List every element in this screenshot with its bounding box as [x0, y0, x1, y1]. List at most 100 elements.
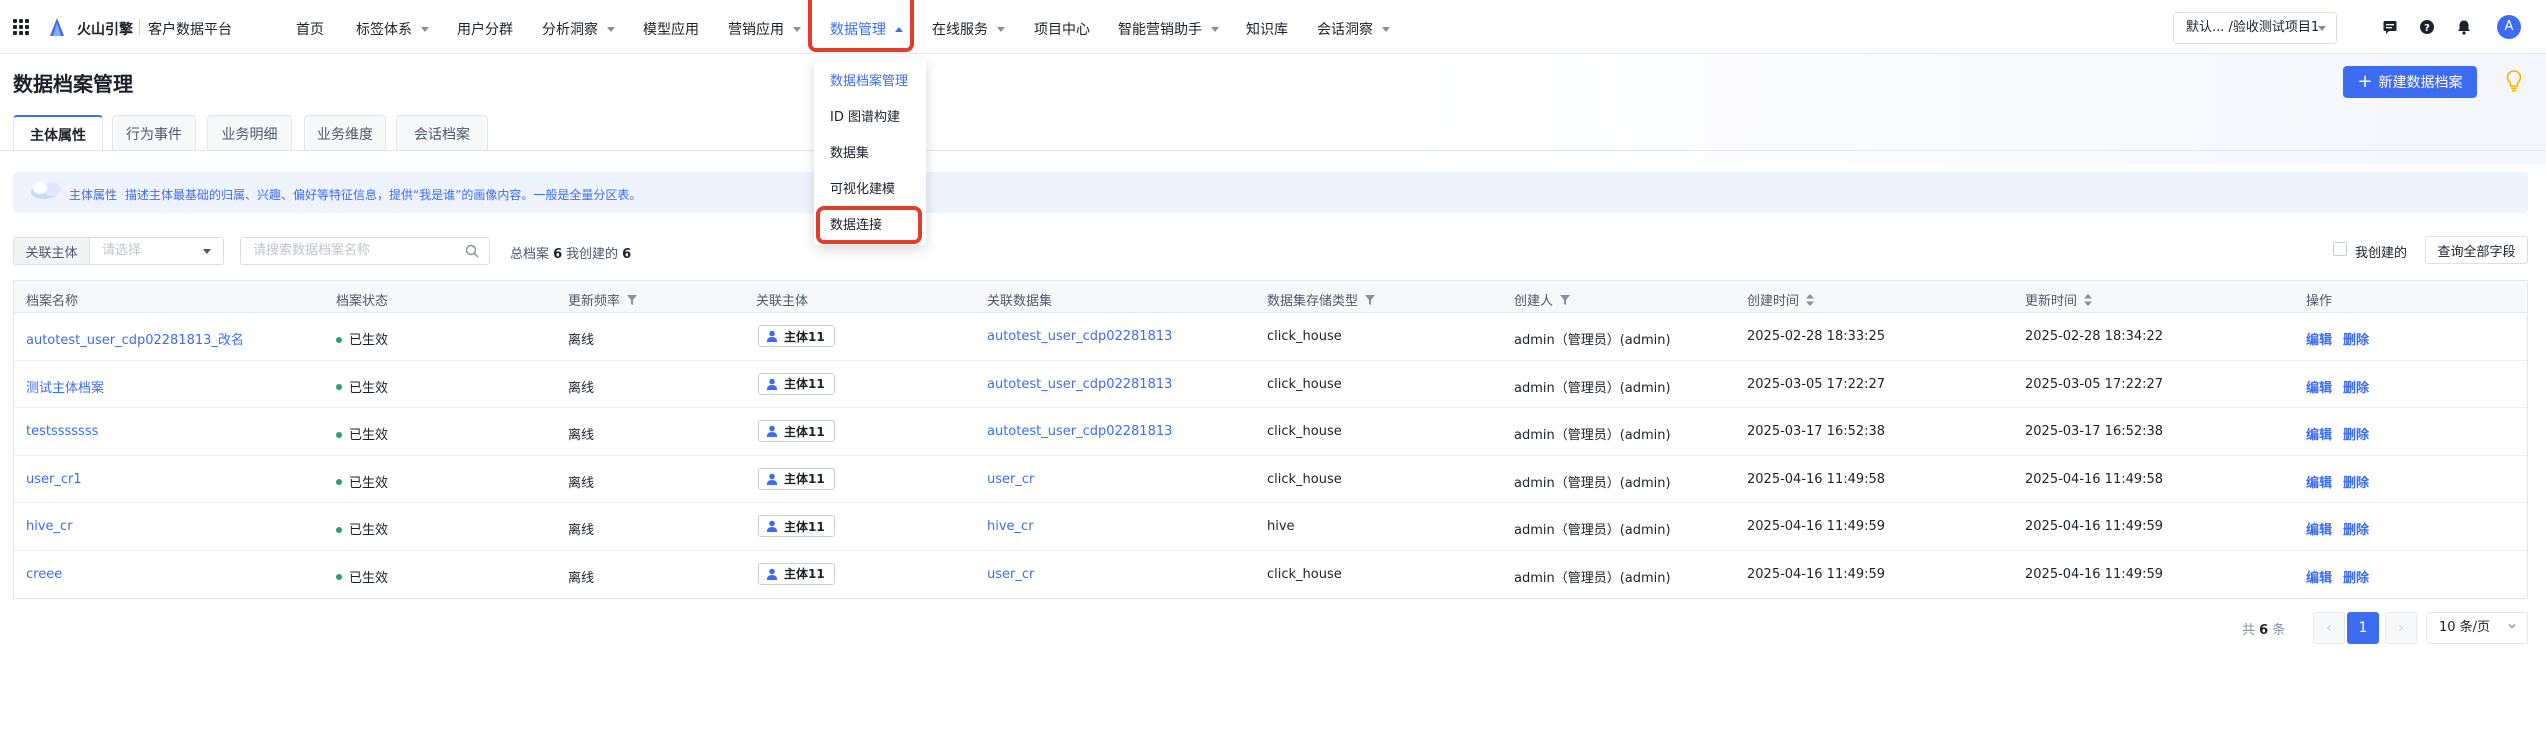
status-dot-icon [336, 431, 342, 438]
archive-search-input[interactable]: 请搜索数据档案名称 [240, 237, 490, 265]
column-header-2[interactable]: 更新频率 [568, 290, 638, 309]
nav-item-label: 用户分群 [457, 22, 513, 38]
column-header-0: 档案名称 [26, 290, 78, 309]
nav-item-11[interactable]: 会话洞察 [1317, 19, 1390, 39]
delete-button[interactable]: 删除 [2343, 472, 2369, 491]
column-header-5[interactable]: 数据集存储类型 [1267, 290, 1376, 309]
edit-button[interactable]: 编辑 [2306, 329, 2332, 348]
table-row: testsssssss 已生效 离线 主体11 autotest_user_cdp022… [14, 408, 2527, 456]
query-all-fields-button[interactable]: 查询全部字段 [2425, 236, 2528, 264]
archive-name-link[interactable]: hive_cr [26, 519, 73, 534]
created-time: 2025-02-28 18:33:25 [1747, 329, 1886, 344]
tab-1[interactable]: 行为事件 [112, 115, 196, 151]
archive-name-link[interactable]: user_cr1 [26, 472, 82, 487]
delete-button[interactable]: 删除 [2343, 519, 2369, 538]
delete-button[interactable]: 删除 [2343, 377, 2369, 396]
total-count-label: 总档案 [510, 247, 550, 262]
avatar[interactable]: A [2497, 15, 2521, 39]
edit-button[interactable]: 编辑 [2306, 424, 2332, 443]
nav-item-9[interactable]: 智能营销助手 [1118, 19, 1219, 39]
storage-type: click_house [1267, 471, 1342, 487]
search-icon[interactable] [465, 244, 479, 258]
edit-button[interactable]: 编辑 [2306, 567, 2332, 586]
page-1-button[interactable]: 1 [2347, 612, 2379, 644]
dropdown-item-3[interactable]: 可视化建模 [830, 178, 895, 197]
delete-button[interactable]: 删除 [2343, 424, 2369, 443]
nav-item-8[interactable]: 项目中心 [1034, 19, 1090, 39]
mine-count-label: 我创建的 [566, 247, 619, 262]
edit-button[interactable]: 编辑 [2306, 472, 2332, 491]
tab-2[interactable]: 业务明细 [207, 115, 292, 151]
delete-button[interactable]: 删除 [2343, 567, 2369, 586]
entity-select[interactable]: 请选择 [90, 238, 223, 264]
filter-icon[interactable] [1560, 294, 1571, 305]
edit-button[interactable]: 编辑 [2306, 519, 2332, 538]
page-size-value: 10 条/页 [2439, 620, 2491, 635]
nav-item-label: 会话洞察 [1317, 22, 1373, 38]
project-select[interactable]: 默认... /验收测试项目1 [2173, 12, 2337, 44]
nav-item-3[interactable]: 分析洞察 [542, 19, 615, 39]
user-icon [766, 425, 778, 437]
column-header-6[interactable]: 创建人 [1514, 290, 1571, 309]
total-count: 总档案 6 [510, 243, 562, 262]
dataset-link[interactable]: hive_cr [987, 519, 1034, 534]
dataset-link[interactable]: autotest_user_cdp02281813 [987, 377, 1172, 392]
dropdown-item-0[interactable]: 数据档案管理 [830, 70, 908, 89]
sort-icon[interactable] [2084, 293, 2093, 306]
status-cell: 已生效 [336, 519, 388, 538]
dataset-link[interactable]: autotest_user_cdp02281813 [987, 424, 1172, 439]
nav-item-0[interactable]: 首页 [296, 19, 324, 39]
banner-label: 主体属性 [69, 188, 118, 202]
status-text: 已生效 [349, 570, 389, 586]
project-select-value: 默认... /验收测试项目1 [2186, 20, 2320, 35]
delete-button[interactable]: 删除 [2343, 329, 2369, 348]
mine-checkbox[interactable] [2333, 242, 2347, 256]
dropdown-item-2[interactable]: 数据集 [830, 142, 869, 161]
dropdown-item-1[interactable]: ID 图谱构建 [830, 106, 900, 125]
nav-item-10[interactable]: 知识库 [1246, 19, 1288, 39]
user-icon [766, 473, 778, 485]
archive-table: 档案名称 档案状态 更新频率 关联主体 关联数据集 数据集存储类型 创建人 创建时间 更新时间 操… [13, 280, 2528, 599]
create-archive-button[interactable]: + 新建数据档案 [2343, 66, 2477, 98]
filter-icon[interactable] [1365, 294, 1376, 305]
tab-3[interactable]: 业务维度 [304, 115, 386, 151]
page-size-select[interactable]: 10 条/页 [2426, 612, 2528, 644]
archive-name-link[interactable]: autotest_user_cdp02281813_改名 [26, 329, 244, 348]
column-header-8[interactable]: 更新时间 [2025, 290, 2093, 309]
entity-filter[interactable]: 关联主体 请选择 [13, 237, 224, 265]
sort-icon[interactable] [1806, 293, 1815, 306]
nav-item-7[interactable]: 在线服务 [932, 19, 1005, 39]
dataset-link[interactable]: user_cr [987, 567, 1034, 582]
dataset-link[interactable]: user_cr [987, 472, 1034, 487]
mine-checkbox-label[interactable]: 我创建的 [2355, 242, 2407, 261]
dataset-link[interactable]: autotest_user_cdp02281813 [987, 329, 1172, 344]
nav-item-2[interactable]: 用户分群 [457, 19, 513, 39]
nav-item-5[interactable]: 营销应用 [728, 19, 801, 39]
lightbulb-icon[interactable] [2506, 70, 2522, 92]
nav-item-1[interactable]: 标签体系 [356, 19, 429, 39]
nav-item-4[interactable]: 模型应用 [643, 19, 699, 39]
edit-button[interactable]: 编辑 [2306, 377, 2332, 396]
prev-page-button[interactable]: ‹ [2313, 612, 2345, 644]
bell-icon[interactable] [2456, 19, 2472, 35]
pagination-total-prefix: 共 [2242, 623, 2256, 638]
help-icon[interactable]: ? [2419, 19, 2435, 35]
column-header-label: 操作 [2306, 294, 2333, 309]
tab-0[interactable]: 主体属性 [13, 115, 103, 152]
column-header-3: 关联主体 [756, 290, 808, 309]
message-icon[interactable] [2382, 19, 2398, 35]
column-header-7[interactable]: 创建时间 [1747, 290, 1815, 309]
tab-4[interactable]: 会话档案 [396, 115, 488, 151]
next-page-button[interactable]: › [2385, 612, 2417, 644]
archive-name-link[interactable]: creee [26, 567, 62, 582]
column-header-9: 操作 [2306, 290, 2332, 309]
table-row: creee 已生效 离线 主体11 user_cr click_house admin（管理… [14, 551, 2527, 599]
top-nav: 火山引擎 客户数据平台 首页 标签体系 用户分群 分析洞察 模型应用 营销应用 数据管理 在线… [0, 0, 2546, 54]
archive-name-link[interactable]: testsssssss [26, 424, 98, 439]
app-grid-icon[interactable] [13, 19, 29, 35]
created-time: 2025-03-05 17:22:27 [1747, 376, 1886, 392]
nav-item-label: 首页 [296, 22, 324, 38]
filter-icon[interactable] [627, 294, 638, 305]
archive-name-link[interactable]: 测试主体档案 [26, 377, 104, 396]
created-time: 2025-04-16 11:49:59 [1747, 566, 1886, 582]
